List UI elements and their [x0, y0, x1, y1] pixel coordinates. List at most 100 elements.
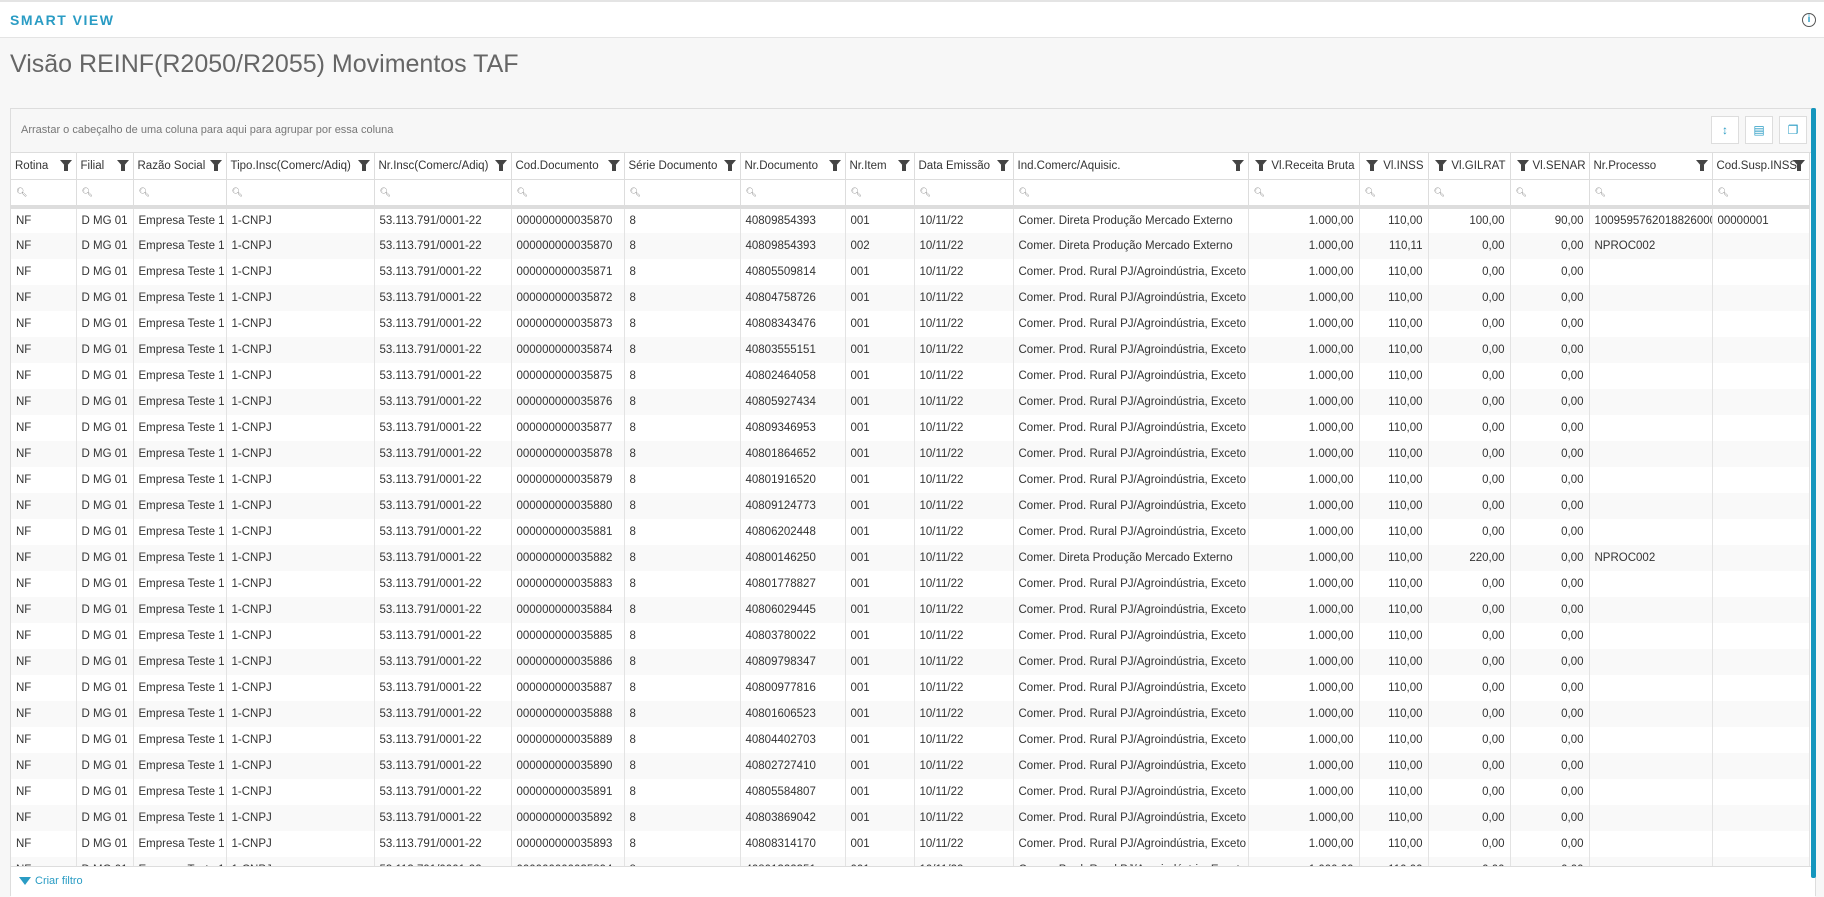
table-row[interactable]: NFD MG 01Empresa Teste 11-CNPJ53.113.791…: [11, 415, 1810, 441]
table-cell: 1.000,00: [1248, 311, 1360, 337]
table-cell: NF: [11, 701, 77, 727]
filter-icon[interactable]: [1792, 160, 1805, 171]
search-icon: 🔍︎: [1364, 187, 1376, 198]
filter-icon[interactable]: [723, 160, 736, 171]
column-filter-input[interactable]: 🔍︎: [1359, 179, 1429, 209]
column-filter-input[interactable]: 🔍︎: [511, 179, 625, 209]
filter-icon[interactable]: [1365, 160, 1378, 171]
column-header[interactable]: Vl.INSS: [1359, 153, 1429, 180]
filter-icon[interactable]: [1254, 160, 1267, 171]
column-filter-input[interactable]: 🔍︎: [226, 179, 375, 209]
info-icon[interactable]: i: [1802, 13, 1816, 27]
column-filter-input[interactable]: 🔍︎: [1428, 179, 1511, 209]
table-cell: Comer. Direta Produção Mercado Externo: [1013, 207, 1249, 233]
table-cell: 40801916520: [740, 467, 846, 493]
table-row[interactable]: NFD MG 01Empresa Teste 11-CNPJ53.113.791…: [11, 597, 1810, 623]
table-row[interactable]: NFD MG 01Empresa Teste 11-CNPJ53.113.791…: [11, 519, 1810, 545]
column-filter-input[interactable]: 🔍︎: [624, 179, 741, 209]
table-row[interactable]: NFD MG 01Empresa Teste 11-CNPJ53.113.791…: [11, 285, 1810, 311]
table-row[interactable]: NFD MG 01Empresa Teste 11-CNPJ53.113.791…: [11, 675, 1810, 701]
column-header[interactable]: Nr.Item: [845, 153, 915, 180]
table-row[interactable]: NFD MG 01Empresa Teste 11-CNPJ53.113.791…: [11, 779, 1810, 805]
table-row[interactable]: NFD MG 01Empresa Teste 11-CNPJ53.113.791…: [11, 467, 1810, 493]
column-header[interactable]: Cod.Susp.INSS: [1712, 153, 1810, 180]
table-cell: 53.113.791/0001-22: [374, 857, 512, 866]
column-header[interactable]: Ind.Comerc/Aquisic.: [1013, 153, 1249, 180]
filter-icon[interactable]: [209, 160, 222, 171]
column-header[interactable]: Vl.Receita Bruta: [1248, 153, 1360, 180]
table-cell: 220,00: [1428, 545, 1511, 571]
export-xlsx-button[interactable]: ▤: [1745, 116, 1773, 144]
row-height-button[interactable]: ↕: [1711, 116, 1739, 144]
column-filter-input[interactable]: 🔍︎: [11, 179, 77, 209]
copy-button[interactable]: ❐: [1779, 116, 1807, 144]
table-row[interactable]: NFD MG 01Empresa Teste 11-CNPJ53.113.791…: [11, 805, 1810, 831]
filter-icon[interactable]: [1434, 160, 1447, 171]
group-panel[interactable]: Arrastar o cabeçalho de uma coluna para …: [11, 109, 1815, 153]
filter-icon[interactable]: [1695, 160, 1708, 171]
column-filter-input[interactable]: 🔍︎: [740, 179, 846, 209]
column-header[interactable]: Data Emissão: [914, 153, 1014, 180]
table-row[interactable]: NFD MG 01Empresa Teste 11-CNPJ53.113.791…: [11, 727, 1810, 753]
column-header[interactable]: Nr.Documento: [740, 153, 846, 180]
table-cell: 001: [845, 545, 915, 571]
table-row[interactable]: NFD MG 01Empresa Teste 11-CNPJ53.113.791…: [11, 337, 1810, 363]
table-row[interactable]: NFD MG 01Empresa Teste 11-CNPJ53.113.791…: [11, 493, 1810, 519]
table-cell: 10/11/22: [914, 597, 1014, 623]
filter-icon[interactable]: [1231, 160, 1244, 171]
table-row[interactable]: NFD MG 01Empresa Teste 11-CNPJ53.113.791…: [11, 701, 1810, 727]
column-filter-input[interactable]: 🔍︎: [76, 179, 134, 209]
column-header[interactable]: Nr.Insc(Comerc/Adiq): [374, 153, 512, 180]
column-filter-input[interactable]: 🔍︎: [374, 179, 512, 209]
column-filter-input[interactable]: 🔍︎: [1248, 179, 1360, 209]
table-cell: 1-CNPJ: [226, 805, 375, 831]
table-cell: 8: [624, 753, 741, 779]
column-filter-input[interactable]: 🔍︎: [914, 179, 1014, 209]
table-row[interactable]: NFD MG 01Empresa Teste 11-CNPJ53.113.791…: [11, 623, 1810, 649]
column-filter-input[interactable]: 🔍︎: [1013, 179, 1249, 209]
table-cell: 1.000,00: [1248, 493, 1360, 519]
filter-icon[interactable]: [996, 160, 1009, 171]
table-row[interactable]: NFD MG 01Empresa Teste 11-CNPJ53.113.791…: [11, 389, 1810, 415]
table-cell: 000000000035884: [511, 597, 625, 623]
table-row[interactable]: NFD MG 01Empresa Teste 11-CNPJ53.113.791…: [11, 441, 1810, 467]
table-row[interactable]: NFD MG 01Empresa Teste 11-CNPJ53.113.791…: [11, 857, 1810, 866]
column-header[interactable]: Vl.GILRAT: [1428, 153, 1511, 180]
column-header[interactable]: Vl.SENAR: [1510, 153, 1590, 180]
table-cell: 8: [624, 389, 741, 415]
column-header[interactable]: Tipo.Insc(Comerc/Adiq): [226, 153, 375, 180]
table-cell: NF: [11, 675, 77, 701]
column-header[interactable]: Filial: [76, 153, 134, 180]
column-filter-input[interactable]: 🔍︎: [1589, 179, 1713, 209]
column-filter-input[interactable]: 🔍︎: [1712, 179, 1810, 209]
table-cell: Comer. Direta Produção Mercado Externo: [1013, 545, 1249, 571]
column-header[interactable]: Cod.Documento: [511, 153, 625, 180]
filter-icon[interactable]: [357, 160, 370, 171]
table-row[interactable]: NFD MG 01Empresa Teste 11-CNPJ53.113.791…: [11, 363, 1810, 389]
filter-icon[interactable]: [607, 160, 620, 171]
column-header[interactable]: Razão Social: [133, 153, 227, 180]
filter-icon[interactable]: [828, 160, 841, 171]
column-header[interactable]: Nr.Processo: [1589, 153, 1713, 180]
table-row[interactable]: NFD MG 01Empresa Teste 11-CNPJ53.113.791…: [11, 311, 1810, 337]
column-header[interactable]: Rotina: [11, 153, 77, 180]
column-header[interactable]: Série Documento: [624, 153, 741, 180]
filter-icon[interactable]: [897, 160, 910, 171]
column-filter-input[interactable]: 🔍︎: [845, 179, 915, 209]
filter-icon[interactable]: [494, 160, 507, 171]
column-filter-input[interactable]: 🔍︎: [133, 179, 227, 209]
table-row[interactable]: NFD MG 01Empresa Teste 11-CNPJ53.113.791…: [11, 571, 1810, 597]
column-filter-input[interactable]: 🔍︎: [1510, 179, 1590, 209]
table-row[interactable]: NFD MG 01Empresa Teste 11-CNPJ53.113.791…: [11, 649, 1810, 675]
table-row[interactable]: NFD MG 01Empresa Teste 11-CNPJ53.113.791…: [11, 831, 1810, 857]
filter-icon[interactable]: [1516, 160, 1529, 171]
filter-icon[interactable]: [59, 160, 72, 171]
table-row[interactable]: NFD MG 01Empresa Teste 11-CNPJ53.113.791…: [11, 545, 1810, 571]
table-row[interactable]: NFD MG 01Empresa Teste 11-CNPJ53.113.791…: [11, 753, 1810, 779]
filter-icon[interactable]: [116, 160, 129, 171]
table-row[interactable]: NFD MG 01Empresa Teste 11-CNPJ53.113.791…: [11, 259, 1810, 285]
create-filter-button[interactable]: Criar filtro: [19, 875, 83, 887]
vertical-scrollbar[interactable]: [1811, 108, 1816, 878]
table-row[interactable]: NFD MG 01Empresa Teste 11-CNPJ53.113.791…: [11, 233, 1810, 259]
table-row[interactable]: NFD MG 01Empresa Teste 11-CNPJ53.113.791…: [11, 207, 1810, 233]
